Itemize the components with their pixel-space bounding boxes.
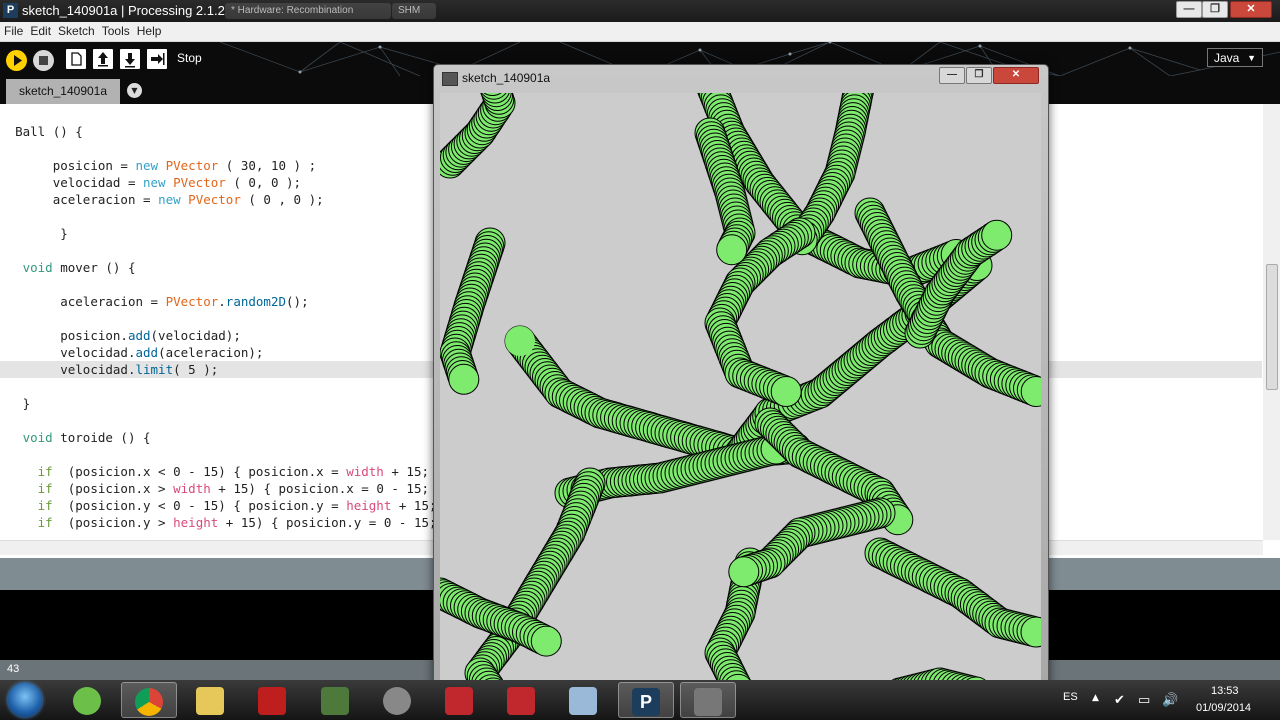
- action-center-icon[interactable]: ▭: [1138, 693, 1150, 708]
- stop-icon[interactable]: [33, 50, 54, 71]
- maximize-button[interactable]: ❐: [1202, 1, 1228, 18]
- editor-vertical-scrollbar[interactable]: [1263, 104, 1280, 540]
- taskbar-item-calculator[interactable]: [556, 682, 612, 718]
- taskbar-item-autocad[interactable]: [432, 682, 488, 718]
- network-status-icon[interactable]: ✔: [1114, 693, 1125, 708]
- taskbar-item-chrome[interactable]: [121, 682, 177, 718]
- play-icon[interactable]: [6, 50, 27, 71]
- start-button[interactable]: [8, 683, 42, 717]
- close-button[interactable]: ✕: [1230, 1, 1272, 18]
- monitor-icon: [321, 687, 349, 715]
- ball-head: [505, 326, 535, 356]
- window-title-bar: P sketch_140901a | Processing 2.1.2 * Ha…: [0, 0, 1280, 22]
- tab-sketch[interactable]: sketch_140901a: [6, 79, 120, 104]
- line-number: 43: [7, 663, 20, 675]
- trail-circle: [448, 363, 480, 395]
- sketch-window-icon: [442, 72, 458, 86]
- mode-dropdown[interactable]: Java ▼: [1207, 48, 1263, 67]
- taskbar-item-audio[interactable]: [370, 682, 426, 718]
- autocad-icon: [445, 687, 473, 715]
- mode-value: Java: [1214, 51, 1240, 65]
- tab-menu-icon[interactable]: ▼: [127, 83, 142, 98]
- taskbar-item-monitor[interactable]: [308, 682, 364, 718]
- menu-edit[interactable]: Edit: [26, 22, 54, 38]
- background-tab: * Hardware: Recombination: [225, 3, 391, 19]
- trail-circle: [770, 376, 802, 407]
- taskbar: P ES ▲ ✔ ▭ 🔊 13:53 01/09/2014: [0, 680, 1280, 720]
- dreamweaver-icon: [73, 687, 101, 715]
- processing-icon: P: [632, 688, 660, 716]
- taskbar-item-dreamweaver[interactable]: [60, 682, 116, 718]
- taskbar-item-filezilla[interactable]: [245, 682, 301, 718]
- background-tab: SHM: [392, 3, 436, 19]
- audio-icon: [383, 687, 411, 715]
- new-document-icon[interactable]: [66, 49, 86, 69]
- trail-circle: [716, 234, 748, 266]
- minimize-button[interactable]: —: [1176, 1, 1202, 18]
- trail-circle: [530, 625, 562, 657]
- language-indicator[interactable]: ES: [1063, 691, 1078, 703]
- menu-help[interactable]: Help: [133, 22, 165, 38]
- window-title: sketch_140901a | Processing 2.1.2: [22, 3, 225, 18]
- chevron-down-icon: ▼: [1247, 53, 1256, 63]
- clock-date[interactable]: 01/09/2014: [1196, 702, 1251, 714]
- sketch-window[interactable]: sketch_140901a — ❐ ✕: [433, 64, 1049, 690]
- calculator-icon: [569, 687, 597, 715]
- taskbar-item-processing[interactable]: P: [618, 682, 674, 718]
- clock-time[interactable]: 13:53: [1211, 685, 1239, 697]
- volume-icon[interactable]: 🔊: [1162, 693, 1178, 708]
- taskbar-item-autocad-2[interactable]: [494, 682, 550, 718]
- trail-circle: [981, 219, 1013, 251]
- scrollbar-thumb[interactable]: [1266, 264, 1278, 390]
- export-icon[interactable]: [147, 49, 167, 69]
- open-arrow-up-icon[interactable]: [93, 49, 113, 69]
- processing-app-icon: P: [3, 3, 18, 18]
- menu-file[interactable]: File: [0, 22, 26, 38]
- filezilla-icon: [258, 687, 286, 715]
- menu-bar: File Edit Sketch Tools Help: [0, 22, 1280, 42]
- sketch-window-icon: [694, 688, 722, 716]
- toolbar-status-label: Stop: [177, 51, 202, 65]
- sketch-minimize-button[interactable]: —: [939, 67, 965, 84]
- trail-circle: [728, 556, 760, 588]
- sketch-close-button[interactable]: ✕: [993, 67, 1039, 84]
- menu-tools[interactable]: Tools: [98, 22, 133, 38]
- sketch-window-title: sketch_140901a: [462, 71, 551, 85]
- sketch-canvas-drawing: [440, 93, 1041, 685]
- save-arrow-down-icon[interactable]: [120, 49, 140, 69]
- taskbar-item-files[interactable]: [183, 682, 239, 718]
- taskbar-item-sketch[interactable]: [680, 682, 736, 718]
- file-manager-icon: [196, 687, 224, 715]
- sketch-maximize-button[interactable]: ❐: [966, 67, 992, 84]
- sketch-canvas[interactable]: [440, 93, 1041, 685]
- tray-expand-icon[interactable]: ▲: [1092, 693, 1099, 703]
- autocad-icon: [507, 687, 535, 715]
- menu-sketch[interactable]: Sketch: [54, 22, 98, 38]
- chrome-icon: [135, 688, 163, 716]
